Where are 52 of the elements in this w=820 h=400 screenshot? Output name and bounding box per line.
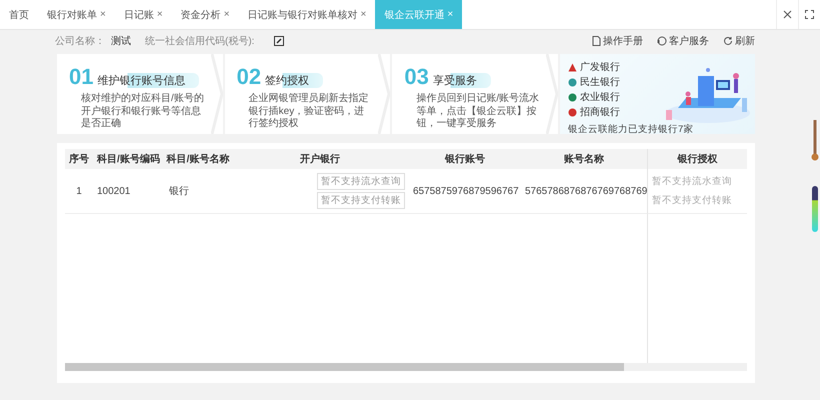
company-label: 公司名称： xyxy=(55,35,105,48)
step-title: 维护银行账号信息 xyxy=(97,73,200,88)
column-header: 科目/账号编码 xyxy=(93,149,165,169)
link-text[interactable]: 操作手册 xyxy=(603,34,643,48)
step-number: 02 xyxy=(236,66,262,88)
table-cell: 银行 xyxy=(165,169,231,214)
link-text[interactable]: 刷新 xyxy=(735,34,755,48)
step-number: 01 xyxy=(69,66,94,88)
thermometer-icon xyxy=(811,120,819,162)
step-title: 签约授权 xyxy=(265,73,324,88)
document-icon xyxy=(592,36,601,46)
horizontal-scrollbar[interactable] xyxy=(65,363,747,371)
gradient-bar-icon xyxy=(812,186,818,232)
column-header: 序号 xyxy=(65,149,93,169)
banks-note: 银企云联能力已支持银行7家 xyxy=(568,123,694,136)
edit-icon[interactable] xyxy=(274,36,284,46)
toolbar-link[interactable]: 客户服务 xyxy=(657,34,709,48)
column-header: 账号名称 xyxy=(521,149,647,169)
refresh-icon xyxy=(723,36,733,46)
table-cell: 6575875976879596767 xyxy=(409,169,521,214)
step-title: 享受服务 xyxy=(432,73,491,88)
close-icon xyxy=(783,10,792,19)
fullscreen-icon xyxy=(805,10,814,19)
tab[interactable]: 银行对账单 × xyxy=(38,0,115,29)
bank-name: 农业银行 xyxy=(580,90,620,104)
column-header: 科目/账号名称 xyxy=(165,149,231,169)
column-header: 银行账号 xyxy=(409,149,521,169)
company-name: 测试 xyxy=(111,34,131,48)
column-header: 银行授权 xyxy=(647,149,747,169)
step-description: 核对维护的对应科目/账号的开户银行和银行账号等信息是否正确 xyxy=(80,93,205,130)
status-text: 暂不支持流水查询 xyxy=(652,175,732,188)
toolbar-link[interactable]: 操作手册 xyxy=(592,34,643,48)
link-text[interactable]: 客户服务 xyxy=(669,34,709,48)
column-header: 开户银行 xyxy=(231,149,409,169)
status-tag: 暂不支持支付转账 xyxy=(317,192,405,209)
step-description: 操作员回到日记账/账号流水等单，点击【银企云联】按钮，一键享受服务 xyxy=(415,93,540,130)
bank-name: 广发银行 xyxy=(580,60,620,74)
toolbar-link[interactable]: 刷新 xyxy=(723,34,755,48)
tab[interactable]: 资金分析 × xyxy=(172,0,239,29)
tab[interactable]: 日记账 × xyxy=(114,0,172,29)
bank-name: 民生银行 xyxy=(580,76,620,89)
status-text: 暂不支持支付转账 xyxy=(652,194,732,207)
step-description: 企业网银管理员刷新去指定银行插key，验证密码，进行签约授权 xyxy=(248,93,370,130)
table-cell: 1 xyxy=(65,169,93,214)
table-cell: 5765786876876769768769 xyxy=(521,169,647,214)
tax-id-label: 统一社会信用代码(税号): xyxy=(145,34,254,48)
tab[interactable]: 日记账与银行对账单核对 × xyxy=(238,0,376,29)
table-cell: 100201 xyxy=(93,169,165,214)
step-number: 03 xyxy=(404,66,429,88)
tab[interactable]: 首页 xyxy=(0,0,38,29)
status-tag: 暂不支持流水查询 xyxy=(317,173,405,190)
bank-name: 招商银行 xyxy=(580,106,620,119)
